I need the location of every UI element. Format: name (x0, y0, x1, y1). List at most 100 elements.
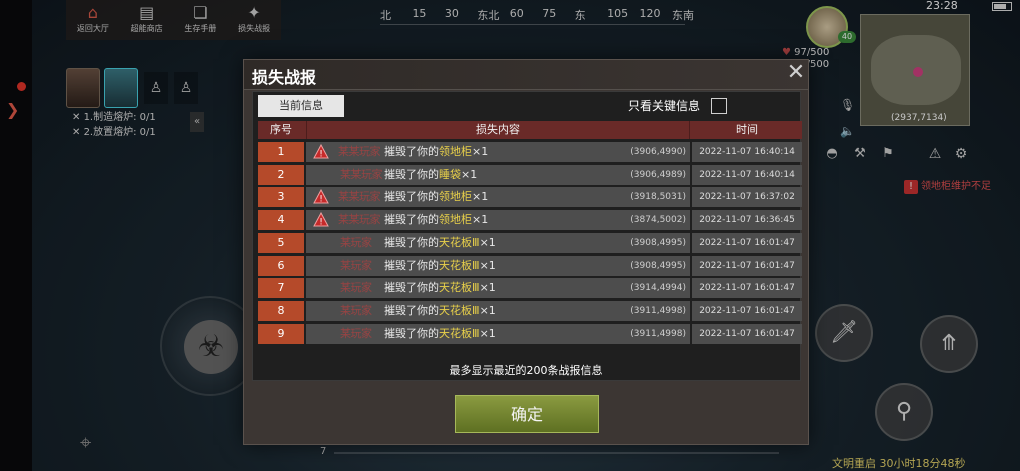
row-time: 2022-11-07 16:37:02 (692, 187, 802, 208)
lost-item-qty: ×1 (472, 190, 489, 204)
svg-text:!: ! (319, 195, 323, 205)
row-content: ! 某某玩家 摧毁了你的领地柜×1 (3906,4990) (306, 142, 690, 162)
row-index: 8 (258, 300, 304, 321)
row-content: 某玩家 摧毁了你的天花板Ⅲ×1 (3914,4994) (306, 278, 690, 299)
loss-coordinates: (3908,4995) (630, 237, 686, 248)
tab-current-info[interactable]: 当前信息 (258, 95, 344, 117)
loss-verb: 摧毁了你的 (384, 258, 439, 272)
loss-verb: 摧毁了你的 (384, 167, 439, 181)
lost-item-name: 天花板Ⅲ (439, 258, 480, 272)
loss-description: 摧毁了你的睡袋×1 (384, 165, 477, 185)
table-row: 9 某玩家 摧毁了你的天花板Ⅲ×1 (3911,4998) 2022-11-07 16:… (258, 323, 802, 344)
attacker-name: 某玩家 (340, 303, 372, 317)
svg-text:!: ! (319, 218, 323, 228)
key-info-checkbox[interactable] (711, 98, 727, 114)
row-time: 2022-11-07 16:40:14 (692, 142, 802, 162)
loss-description: 摧毁了你的天花板Ⅲ×1 (384, 324, 496, 344)
attacker-name: 某玩家 (340, 235, 372, 249)
lost-item-qty: ×1 (479, 235, 496, 249)
attacker-name: 某某玩家 (338, 213, 381, 227)
row-index: 6 (258, 255, 304, 276)
lost-item-qty: ×1 (479, 281, 496, 295)
loss-coordinates: (3908,4995) (630, 260, 686, 271)
row-content: ! 某某玩家 摧毁了你的领地柜×1 (3918,5031) (306, 187, 690, 208)
table-row: 5 某玩家 摧毁了你的天花板Ⅲ×1 (3908,4995) 2022-11-07 16:… (258, 232, 802, 253)
loss-coordinates: (3918,5031) (630, 192, 686, 203)
loss-coordinates: (3874,5002) (630, 215, 686, 226)
row-index: 5 (258, 232, 304, 253)
row-time: 2022-11-07 16:01:47 (692, 323, 802, 344)
row-content: ! 某某玩家 摧毁了你的领地柜×1 (3874,5002) (306, 210, 690, 231)
row-index: 9 (258, 323, 304, 344)
loss-verb: 摧毁了你的 (384, 235, 439, 249)
lost-item-qty: ×1 (472, 145, 489, 158)
loss-coordinates: (3906,4989) (630, 169, 686, 180)
warning-triangle-icon: ! (313, 189, 329, 204)
loss-coordinates: (3906,4990) (630, 147, 686, 157)
table-row: 4! 某某玩家 摧毁了你的领地柜×1 (3874,5002) 2022-11-07 16… (258, 210, 802, 231)
warning-triangle-icon: ! (313, 212, 329, 227)
lost-item-qty: ×1 (461, 167, 478, 181)
attacker-name: 某某玩家 (338, 190, 381, 204)
attacker-name: 某玩家 (340, 281, 372, 295)
loss-verb: 摧毁了你的 (384, 145, 439, 158)
table-header: 序号 损失内容 时间 (258, 121, 802, 139)
table-row: 8 某玩家 摧毁了你的天花板Ⅲ×1 (3911,4998) 2022-11-07 16:… (258, 300, 802, 321)
row-content: 某玩家 摧毁了你的天花板Ⅲ×1 (3911,4998) (306, 300, 690, 321)
loss-verb: 摧毁了你的 (384, 213, 439, 227)
lost-item-name: 领地柜 (439, 190, 472, 204)
row-index: 4 (258, 210, 304, 231)
row-content: 某玩家 摧毁了你的天花板Ⅲ×1 (3908,4995) (306, 255, 690, 276)
row-index: 2 (258, 164, 304, 185)
table-row: 1! 某某玩家 摧毁了你的领地柜×1 (3906,4990) 2022-11-07 16… (258, 142, 802, 162)
loss-verb: 摧毁了你的 (384, 303, 439, 317)
svg-text:!: ! (319, 150, 323, 160)
lost-item-name: 天花板Ⅲ (439, 326, 480, 340)
loss-description: 摧毁了你的领地柜×1 (384, 210, 488, 230)
attacker-name: 某玩家 (340, 258, 372, 272)
footer-note: 最多显示最近的200条战报信息 (449, 364, 603, 377)
key-info-filter-label: 只看关键信息 (628, 99, 701, 113)
dialog-title: 损失战报 (252, 68, 317, 87)
loss-coordinates: (3914,4994) (630, 283, 686, 294)
loss-coordinates: (3911,4998) (630, 305, 686, 316)
loss-description: 摧毁了你的天花板Ⅲ×1 (384, 233, 496, 253)
row-index: 3 (258, 187, 304, 208)
lost-item-qty: ×1 (479, 326, 496, 340)
lost-item-name: 天花板Ⅲ (439, 303, 480, 317)
row-time: 2022-11-07 16:01:47 (692, 232, 802, 253)
row-index: 7 (258, 278, 304, 299)
loss-description: 摧毁了你的天花板Ⅲ×1 (384, 256, 496, 276)
warning-triangle-icon: ! (313, 144, 329, 159)
report-panel: 当前信息 只看关键信息 序号 损失内容 时间 1! 某某玩家 摧毁了你的领地柜×1(… (252, 91, 802, 381)
row-time: 2022-11-07 16:01:47 (692, 300, 802, 321)
dialog-header: 损失战报 ✕ (244, 60, 808, 90)
attacker-name: 某某玩家 (340, 167, 383, 181)
loss-verb: 摧毁了你的 (384, 326, 439, 340)
loss-report-dialog: 损失战报 ✕ 当前信息 只看关键信息 序号 损失内容 时间 1! 某某玩家 摧毁了你… (243, 59, 809, 445)
column-header-index: 序号 (270, 123, 292, 136)
row-content: 某某玩家 摧毁了你的睡袋×1 (3906,4989) (306, 164, 690, 185)
row-content: 某玩家 摧毁了你的天花板Ⅲ×1 (3908,4995) (306, 232, 690, 253)
row-content: 某玩家 摧毁了你的天花板Ⅲ×1 (3911,4998) (306, 323, 690, 344)
column-header-time: 时间 (736, 123, 758, 136)
row-time: 2022-11-07 16:01:47 (692, 255, 802, 276)
loss-description: 摧毁了你的天花板Ⅲ×1 (384, 301, 496, 321)
confirm-button[interactable]: 确定 (455, 395, 599, 433)
lost-item-qty: ×1 (479, 303, 496, 317)
lost-item-name: 领地柜 (439, 145, 472, 158)
table-row: 7 某玩家 摧毁了你的天花板Ⅲ×1 (3914,4994) 2022-11-07 16:… (258, 278, 802, 299)
row-time: 2022-11-07 16:40:14 (692, 164, 802, 185)
table-row: 6 某玩家 摧毁了你的天花板Ⅲ×1 (3908,4995) 2022-11-07 16:… (258, 255, 802, 276)
lost-item-name: 睡袋 (439, 167, 461, 181)
loss-verb: 摧毁了你的 (384, 190, 439, 204)
table-row: 2 某某玩家 摧毁了你的睡袋×1 (3906,4989) 2022-11-07 16:4… (258, 164, 802, 185)
lost-item-name: 天花板Ⅲ (439, 235, 480, 249)
lost-item-qty: ×1 (472, 213, 489, 227)
close-icon[interactable]: ✕ (786, 62, 806, 84)
attacker-name: 某玩家 (340, 326, 372, 340)
lost-item-name: 领地柜 (439, 213, 472, 227)
lost-item-qty: ×1 (479, 258, 496, 272)
attacker-name: 某某玩家 (338, 145, 381, 158)
loss-coordinates: (3911,4998) (630, 328, 686, 339)
